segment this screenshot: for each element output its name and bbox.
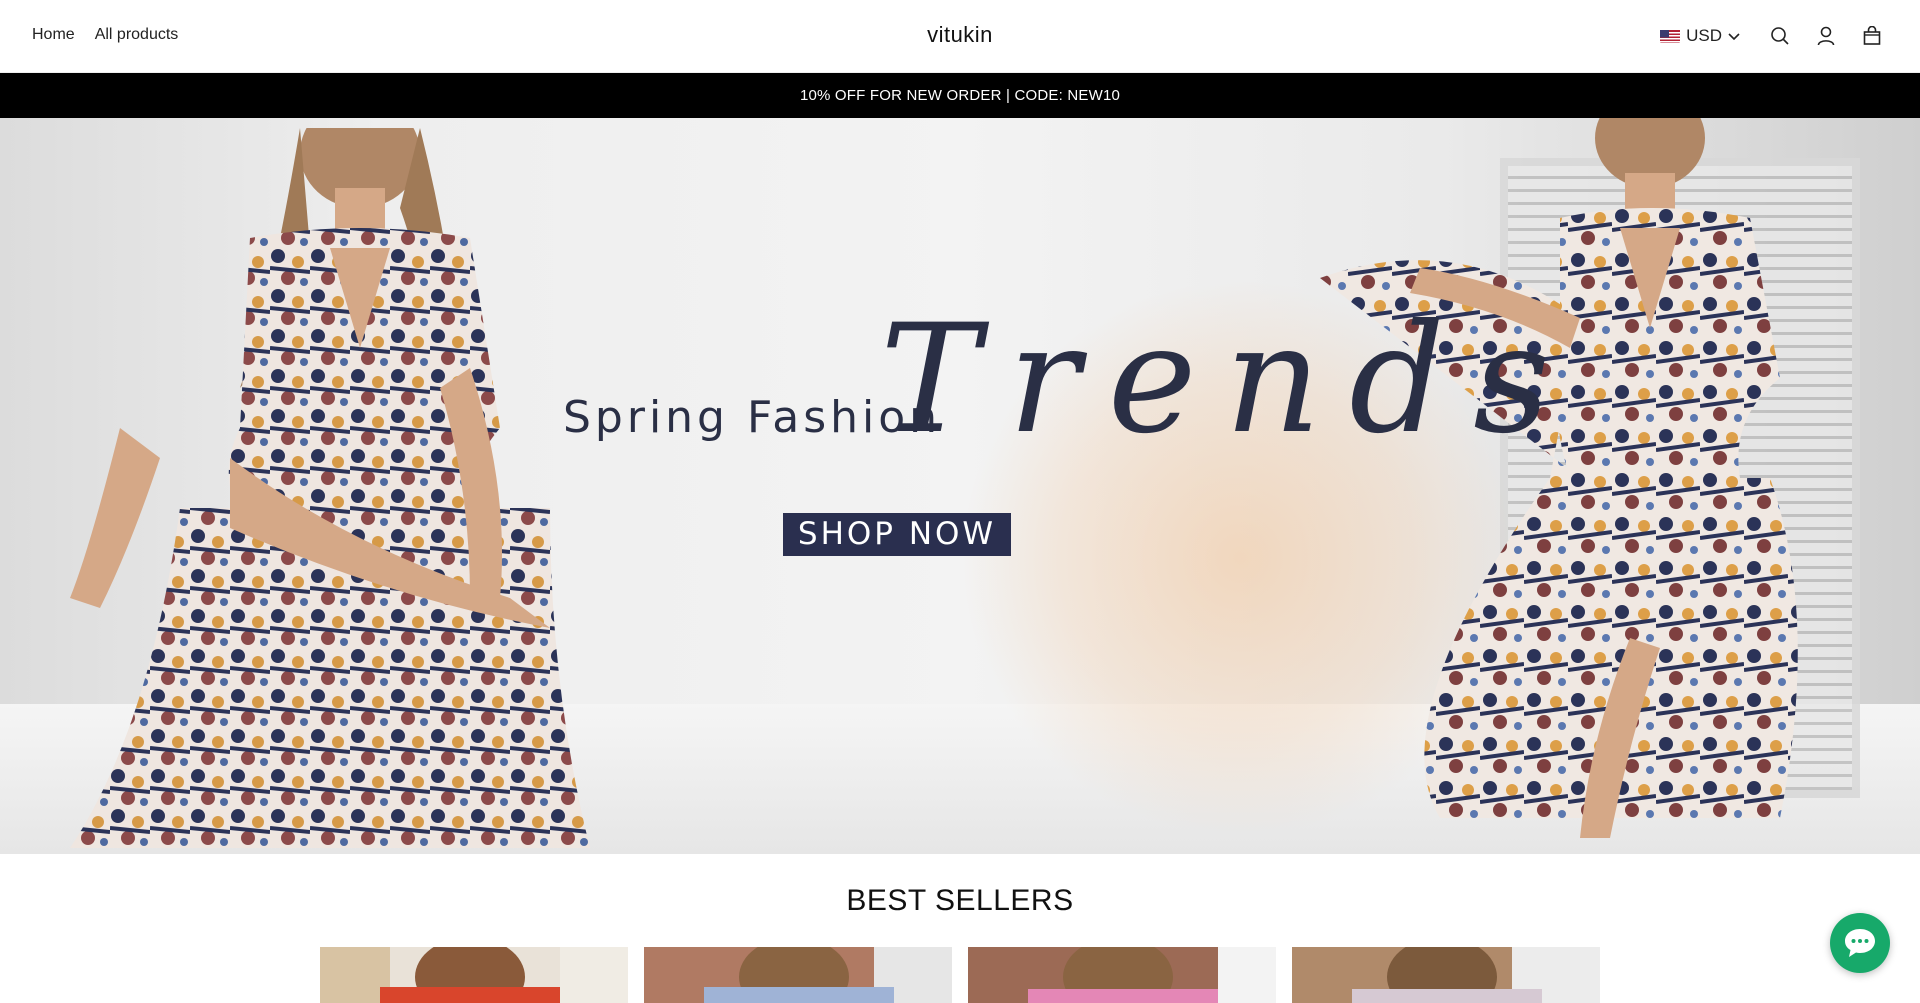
product-image-floral-top bbox=[1292, 947, 1600, 1003]
hero-model-right-image bbox=[1320, 118, 1798, 838]
hero-banner[interactable]: Spring Fashion Trends SHOP NOW bbox=[0, 118, 1920, 854]
best-sellers-grid bbox=[320, 947, 1600, 1003]
best-sellers-title: BEST SELLERS bbox=[846, 884, 1074, 917]
announcement-bar: 10% OFF FOR NEW ORDER | CODE: NEW10 bbox=[0, 73, 1920, 118]
search-icon[interactable] bbox=[1768, 24, 1792, 48]
currency-selector[interactable]: USD bbox=[1660, 26, 1740, 46]
product-card[interactable] bbox=[320, 947, 628, 1003]
product-card[interactable] bbox=[1292, 947, 1600, 1003]
site-header: Home All products vitukin USD bbox=[0, 0, 1920, 73]
chevron-down-icon bbox=[1728, 26, 1740, 46]
logo-wrapper: vitukin bbox=[0, 22, 1920, 48]
us-flag-icon bbox=[1660, 29, 1681, 43]
product-card[interactable] bbox=[644, 947, 952, 1003]
hero-headline-script: Trends bbox=[880, 293, 1579, 467]
header-actions: USD bbox=[1660, 24, 1884, 48]
chat-button[interactable] bbox=[1830, 913, 1890, 973]
shop-now-button[interactable]: SHOP NOW bbox=[783, 513, 1011, 556]
cart-icon[interactable] bbox=[1860, 24, 1884, 48]
store-logo[interactable]: vitukin bbox=[927, 22, 993, 47]
hero-model-left-image bbox=[70, 128, 590, 848]
product-card[interactable] bbox=[968, 947, 1276, 1003]
product-image-red-top bbox=[320, 947, 628, 1003]
chat-bubble-icon bbox=[1845, 929, 1875, 957]
account-icon[interactable] bbox=[1814, 24, 1838, 48]
announcement-text: 10% OFF FOR NEW ORDER | CODE: NEW10 bbox=[799, 87, 1121, 104]
product-image-pink-top bbox=[968, 947, 1276, 1003]
product-image-blue-striped-top bbox=[644, 947, 952, 1003]
currency-code: USD bbox=[1686, 26, 1722, 45]
